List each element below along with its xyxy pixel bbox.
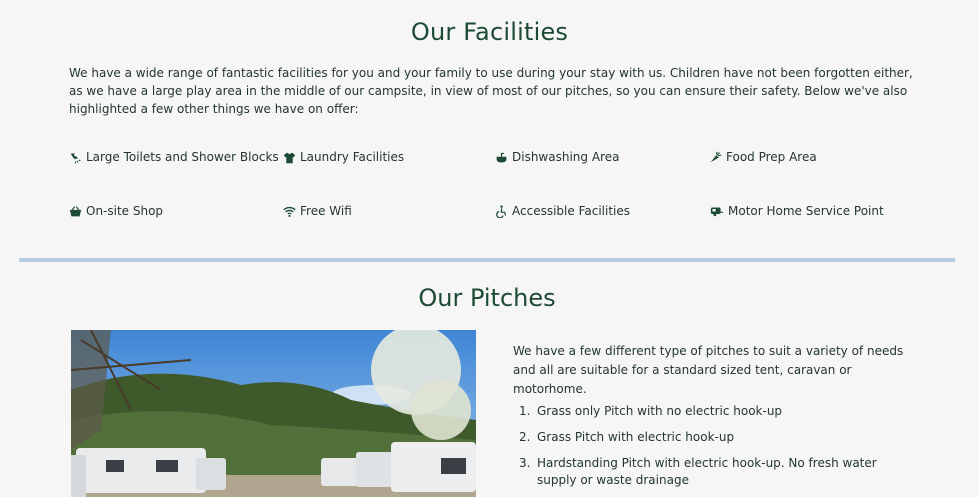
facility-label: Motor Home Service Point	[728, 204, 884, 218]
facility-label: Dishwashing Area	[512, 150, 620, 164]
facility-label: Large Toilets and Shower Blocks	[86, 150, 279, 164]
facility-label: Laundry Facilities	[300, 150, 405, 164]
list-text: Grass only Pitch with no electric hook-u…	[537, 404, 783, 418]
list-item: 2. Grass Pitch with electric hook-up	[513, 429, 913, 446]
facility-motorhome-service: Motor Home Service Point	[709, 204, 884, 218]
facility-accessible: Accessible Facilities	[495, 204, 630, 218]
shirt-icon	[283, 151, 296, 164]
facility-label: Free Wifi	[300, 204, 352, 218]
list-number: 2.	[519, 430, 531, 444]
facility-dishwashing: Dishwashing Area	[495, 150, 619, 164]
caravan-icon	[709, 205, 724, 218]
list-number: 1.	[519, 404, 531, 418]
pitches-intro: We have a few different type of pitches …	[513, 344, 904, 396]
list-number: 3.	[519, 456, 531, 470]
campsite-photo	[71, 330, 476, 497]
pitches-title: Our Pitches	[418, 284, 556, 312]
facility-label: On-site Shop	[86, 204, 164, 218]
sink-icon	[495, 151, 508, 164]
list-text: Grass Pitch with electric hook-up	[537, 430, 735, 444]
facility-label: Food Prep Area	[726, 150, 817, 164]
facility-shop: On-site Shop	[69, 204, 163, 218]
basket-icon	[69, 205, 82, 218]
facility-food-prep: Food Prep Area	[709, 150, 817, 164]
list-item: 1. Grass only Pitch with no electric hoo…	[513, 403, 913, 420]
list-item: 3. Hardstanding Pitch with electric hook…	[513, 455, 913, 489]
wifi-icon	[283, 205, 296, 218]
facility-wifi: Free Wifi	[283, 204, 352, 218]
facility-label: Accessible Facilities	[512, 204, 630, 218]
pitch-types-list: 1. Grass only Pitch with no electric hoo…	[513, 403, 913, 497]
facilities-title: Our Facilities	[410, 18, 569, 46]
facility-toilets-showers: Large Toilets and Shower Blocks	[69, 150, 279, 164]
wheelchair-icon	[495, 204, 508, 218]
facility-laundry: Laundry Facilities	[283, 150, 404, 164]
carrot-icon	[709, 151, 722, 164]
section-divider	[19, 258, 955, 262]
shower-icon	[69, 151, 82, 164]
facilities-intro: We have a wide range of fantastic facili…	[69, 66, 913, 116]
list-text: Hardstanding Pitch with electric hook-up…	[537, 456, 877, 487]
